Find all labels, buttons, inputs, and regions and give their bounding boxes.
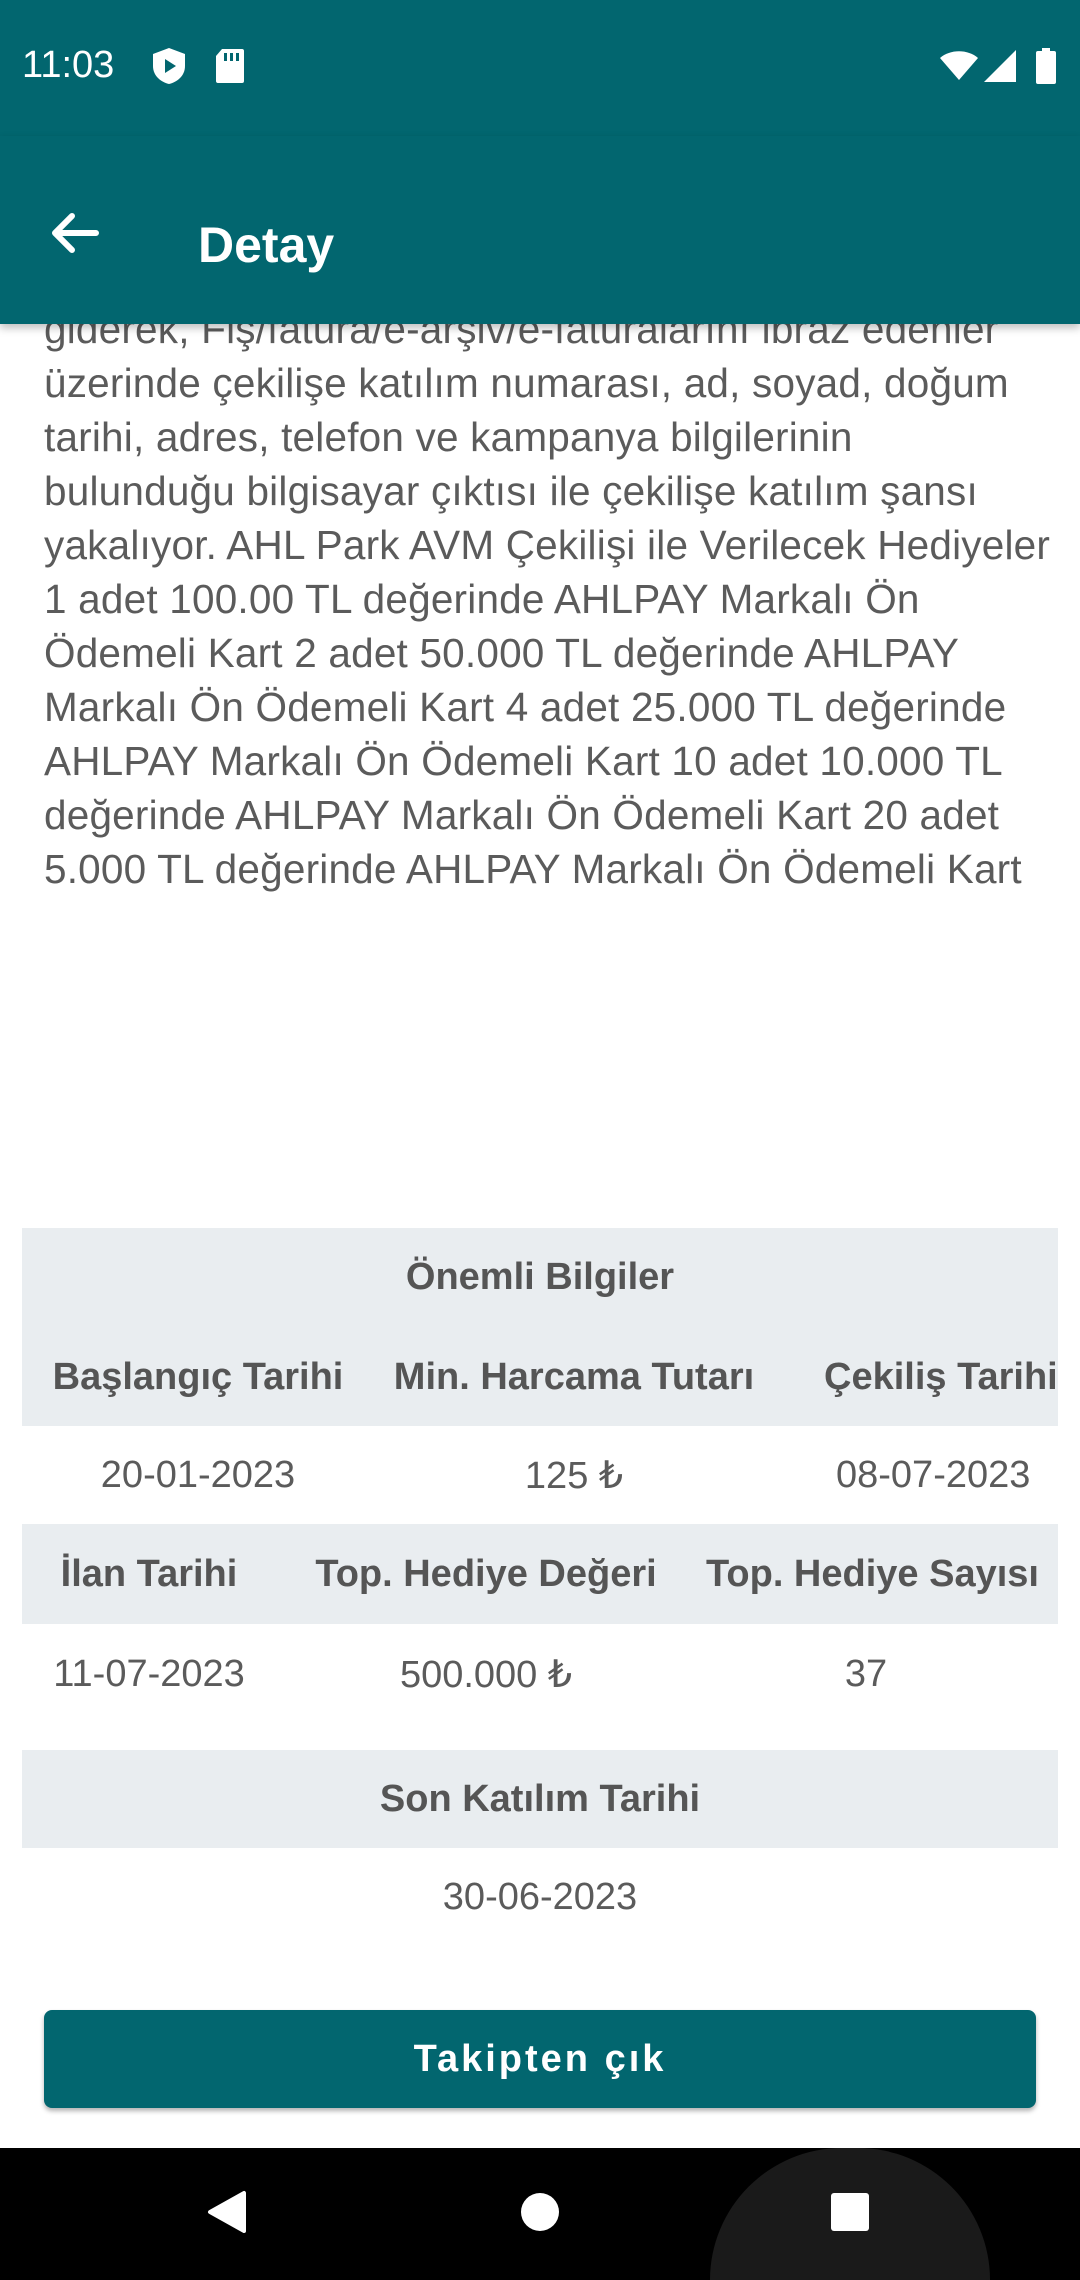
announcement-date-value: 11-07-2023	[53, 1652, 245, 1695]
start-date-value: 20-01-2023	[100, 1453, 296, 1496]
min-spend-value: 125 ₺	[524, 1454, 624, 1497]
info-table-title: Önemli Bilgiler	[405, 1255, 675, 1298]
total-prize-count-label: Top. Hediye Sayısı	[706, 1552, 1039, 1595]
recents-square-icon	[829, 2191, 871, 2238]
back-button[interactable]	[30, 190, 120, 280]
back-triangle-icon	[204, 2189, 248, 2240]
system-nav-bar	[0, 2148, 1080, 2280]
home-circle-icon	[519, 2191, 561, 2238]
arrow-left-icon	[50, 211, 100, 260]
info-header-block: Önemli Bilgiler Başlangıç Tarihi Min. Ha…	[22, 1228, 1058, 1426]
unfollow-button[interactable]: Takipten çık	[44, 2010, 1036, 2108]
sd-card-icon	[212, 46, 252, 86]
draw-date-label: Çekiliş Tarihi	[824, 1355, 1058, 1398]
info-row-2-headers: İlan Tarihi Top. Hediye Değeri Top. Hedi…	[22, 1524, 1058, 1624]
announcement-date-label: İlan Tarihi	[60, 1552, 238, 1595]
info-row-1-values: 20-01-2023 125 ₺ 08-07-2023	[22, 1426, 1058, 1524]
draw-date-value: 08-07-2023	[836, 1453, 1031, 1496]
start-date-label: Başlangıç Tarihi	[52, 1355, 344, 1398]
signal-icon	[982, 46, 1020, 86]
last-entry-date-value: 30-06-2023	[442, 1875, 638, 1918]
app-bar: Detay	[0, 136, 1080, 324]
total-prize-value-label: Top. Hediye Değeri	[315, 1552, 657, 1595]
nav-back-button[interactable]	[176, 2148, 276, 2280]
nav-home-button[interactable]	[490, 2148, 590, 2280]
min-spend-label: Min. Harcama Tutarı	[393, 1355, 755, 1398]
nav-recents-button[interactable]	[710, 2148, 990, 2280]
last-entry-table: Son Katılım Tarihi 30-06-2023	[22, 1750, 1058, 1946]
info-row-2-values: 11-07-2023 500.000 ₺ 37	[22, 1624, 1058, 1724]
campaign-description: giderek, Fiş/fatura/e-arşiv/e-faturaları…	[44, 306, 1051, 892]
detail-content[interactable]: giderek, Fiş/fatura/e-arşiv/e-faturaları…	[0, 300, 1080, 2148]
battery-icon	[1034, 46, 1058, 86]
last-entry-header-row: Son Katılım Tarihi	[22, 1750, 1058, 1848]
play-protect-icon	[150, 46, 190, 86]
total-prize-count-value: 37	[844, 1652, 888, 1695]
wifi-icon	[938, 46, 980, 86]
last-entry-date-label: Son Katılım Tarihi	[379, 1777, 701, 1820]
status-time: 11:03	[22, 44, 115, 86]
total-prize-value-value: 500.000 ₺	[399, 1653, 573, 1696]
page-title: Detay	[198, 217, 335, 273]
last-entry-value-row: 30-06-2023	[22, 1848, 1058, 1946]
status-bar: 11:03	[0, 0, 1080, 136]
screen: 11:03 Detay giderek, Fiş/fatura/e-arşiv/…	[0, 0, 1080, 2280]
